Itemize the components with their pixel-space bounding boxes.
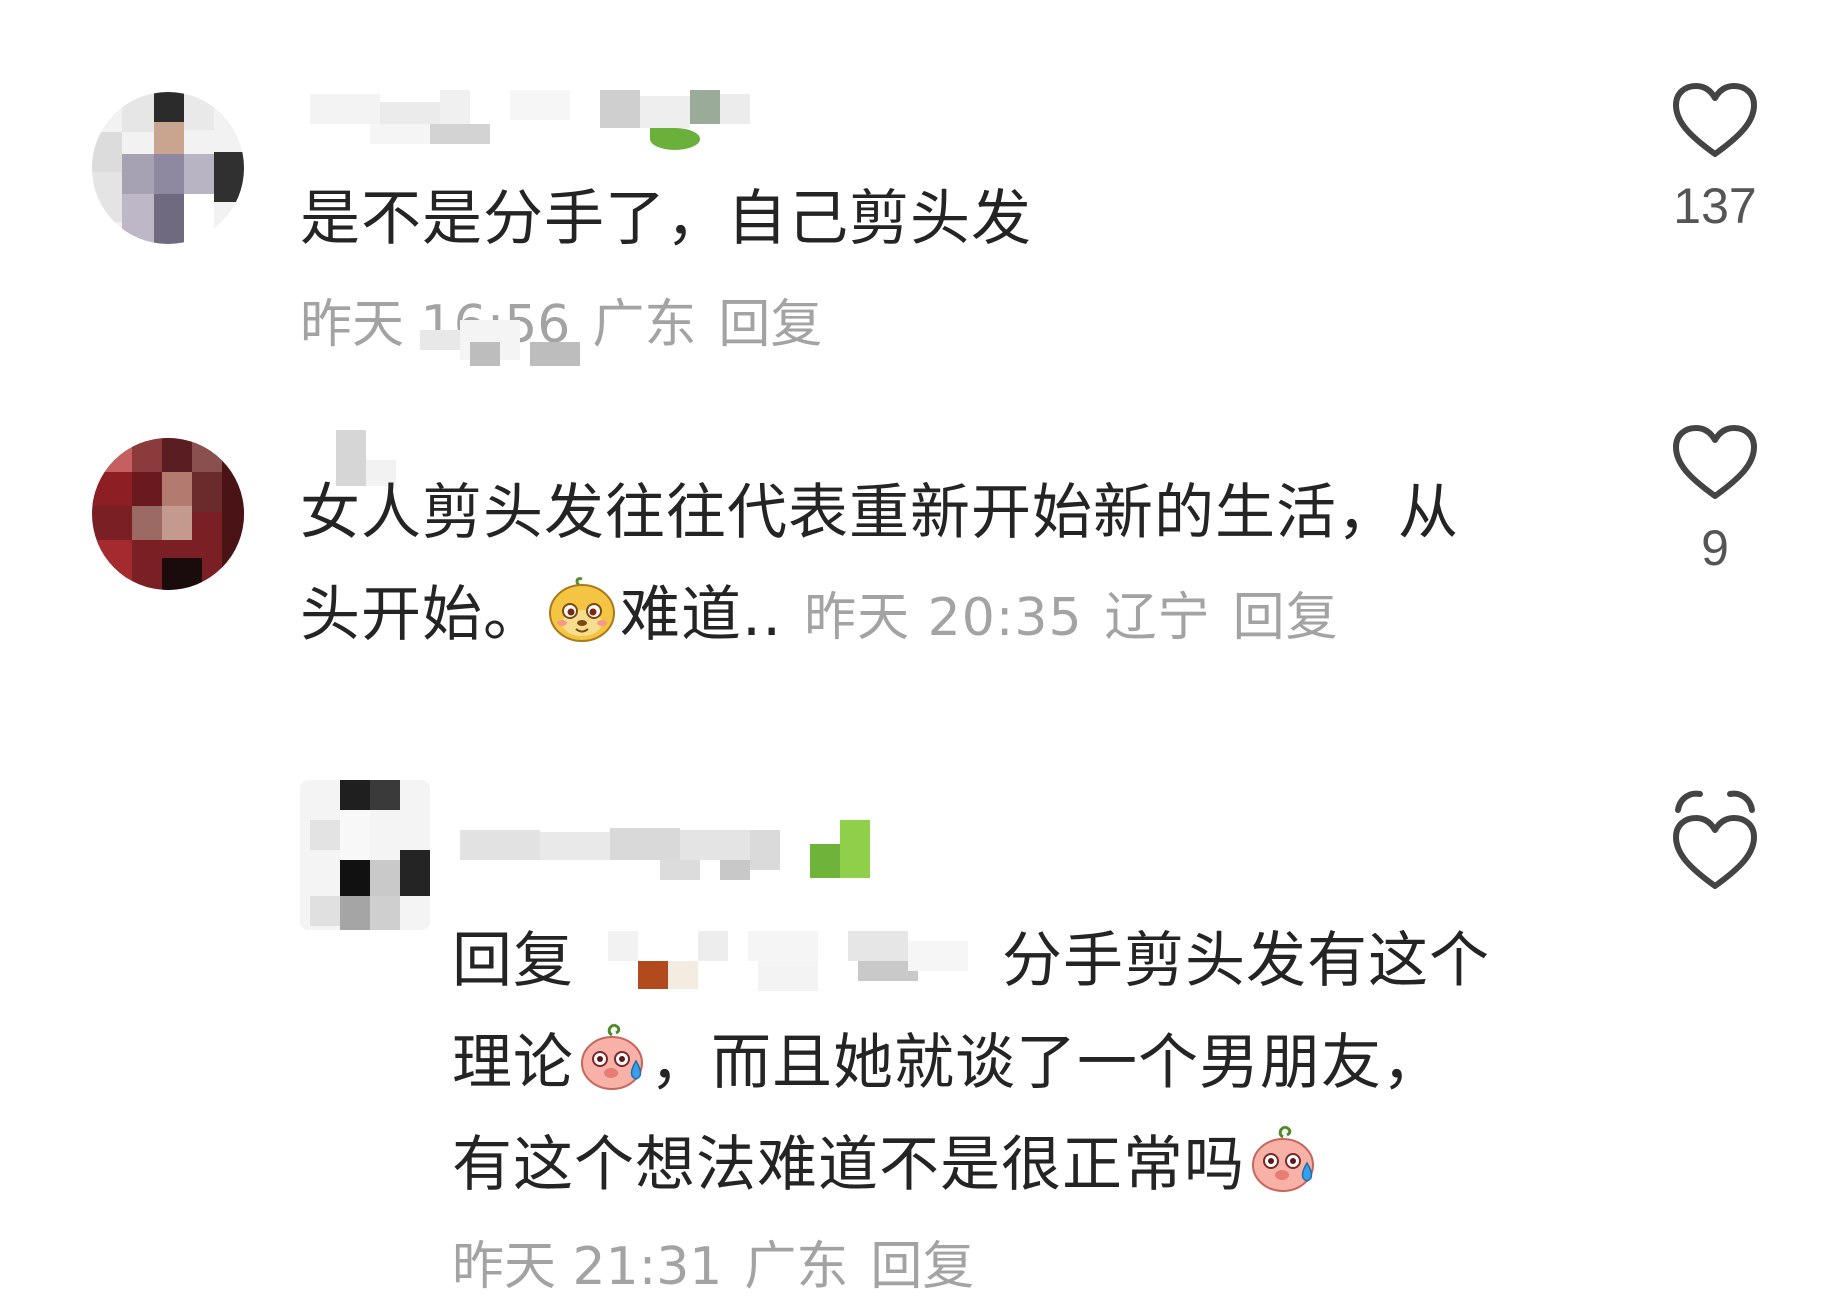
reply-text-line-2-end: ，而且她就谈了一个男朋友， <box>650 1028 1443 1098</box>
like-button-2[interactable]: 9 <box>1655 422 1775 578</box>
reply-location: 广东 <box>744 1237 849 1297</box>
reply-text-line-2-start: 理论 <box>452 1028 574 1098</box>
reply-text-line-3: 有这个想法难道不是很正常吗 <box>452 1114 1321 1216</box>
comment-text-end: 难道.. <box>620 580 783 650</box>
heart-outline-icon <box>1673 83 1757 157</box>
heart-outline-icon <box>1673 790 1757 889</box>
avatar-pixelated[interactable] <box>300 780 430 930</box>
reply-prefix: 回复 <box>452 926 574 996</box>
comment-2: 女人剪头发往往代表重新开始新的生活，从 头开始。 难道.. 昨天 20:35 辽宁回… <box>0 400 1826 730</box>
sweating-pig-face-emoji <box>1252 1125 1314 1192</box>
monkey-face-emoji <box>549 577 615 642</box>
comment-location: 广东 <box>592 295 697 355</box>
comment-text: 是不是分手了，自己剪头发 <box>300 184 1032 254</box>
meta-blur-overlay <box>420 320 590 370</box>
like-count: 9 <box>1701 520 1729 576</box>
reply-text-line-3-text: 有这个想法难道不是很正常吗 <box>452 1130 1245 1200</box>
reply-button[interactable]: 回复 <box>718 295 822 355</box>
comment-location: 辽宁 <box>1104 588 1211 648</box>
heart-outline-icon <box>1673 425 1757 499</box>
reply-meta: 昨天 21:31 广东 回复 <box>452 1232 974 1302</box>
comment-text-start: 头开始。 <box>300 580 544 650</box>
like-count: 137 <box>1673 178 1757 234</box>
reply-text-line-1: 回复 分手剪头发有这个 <box>452 910 1490 1012</box>
comment-time: 昨天 20:35 <box>804 588 1083 648</box>
sweating-pig-face-emoji <box>581 1023 643 1090</box>
reply-time: 昨天 21:31 <box>452 1237 723 1297</box>
reply-comment: 回复 分手剪头发有这个 理论 ，而且她就谈了一个男朋友， 有这个想法难道不是很正… <box>0 760 1826 1297</box>
avatar-pixelated[interactable] <box>92 92 244 244</box>
username-pixelated[interactable] <box>310 90 750 150</box>
like-button-3[interactable] <box>1655 782 1775 892</box>
comment-text-line-2: 头开始。 难道.. 昨天 20:35 辽宁 回复 <box>300 564 1339 669</box>
comment-text-line-1: 女人剪头发往往代表重新开始新的生活，从 <box>300 478 1459 548</box>
reply-text-line-1-end: 分手剪头发有这个 <box>1002 926 1490 996</box>
reply-button[interactable]: 回复 <box>1233 588 1339 648</box>
username-pixelated[interactable] <box>460 820 880 910</box>
comment-1: 是不是分手了，自己剪头发 昨天 16:56 广东 回复 137 <box>0 0 1826 380</box>
mentioned-username-pixelated[interactable] <box>608 921 988 1001</box>
reply-text-line-2: 理论 ，而且她就谈了一个男朋友， <box>452 1012 1443 1114</box>
reply-button[interactable]: 回复 <box>870 1237 974 1297</box>
avatar-pixelated[interactable] <box>92 438 244 590</box>
like-button-1[interactable]: 137 <box>1655 80 1775 236</box>
